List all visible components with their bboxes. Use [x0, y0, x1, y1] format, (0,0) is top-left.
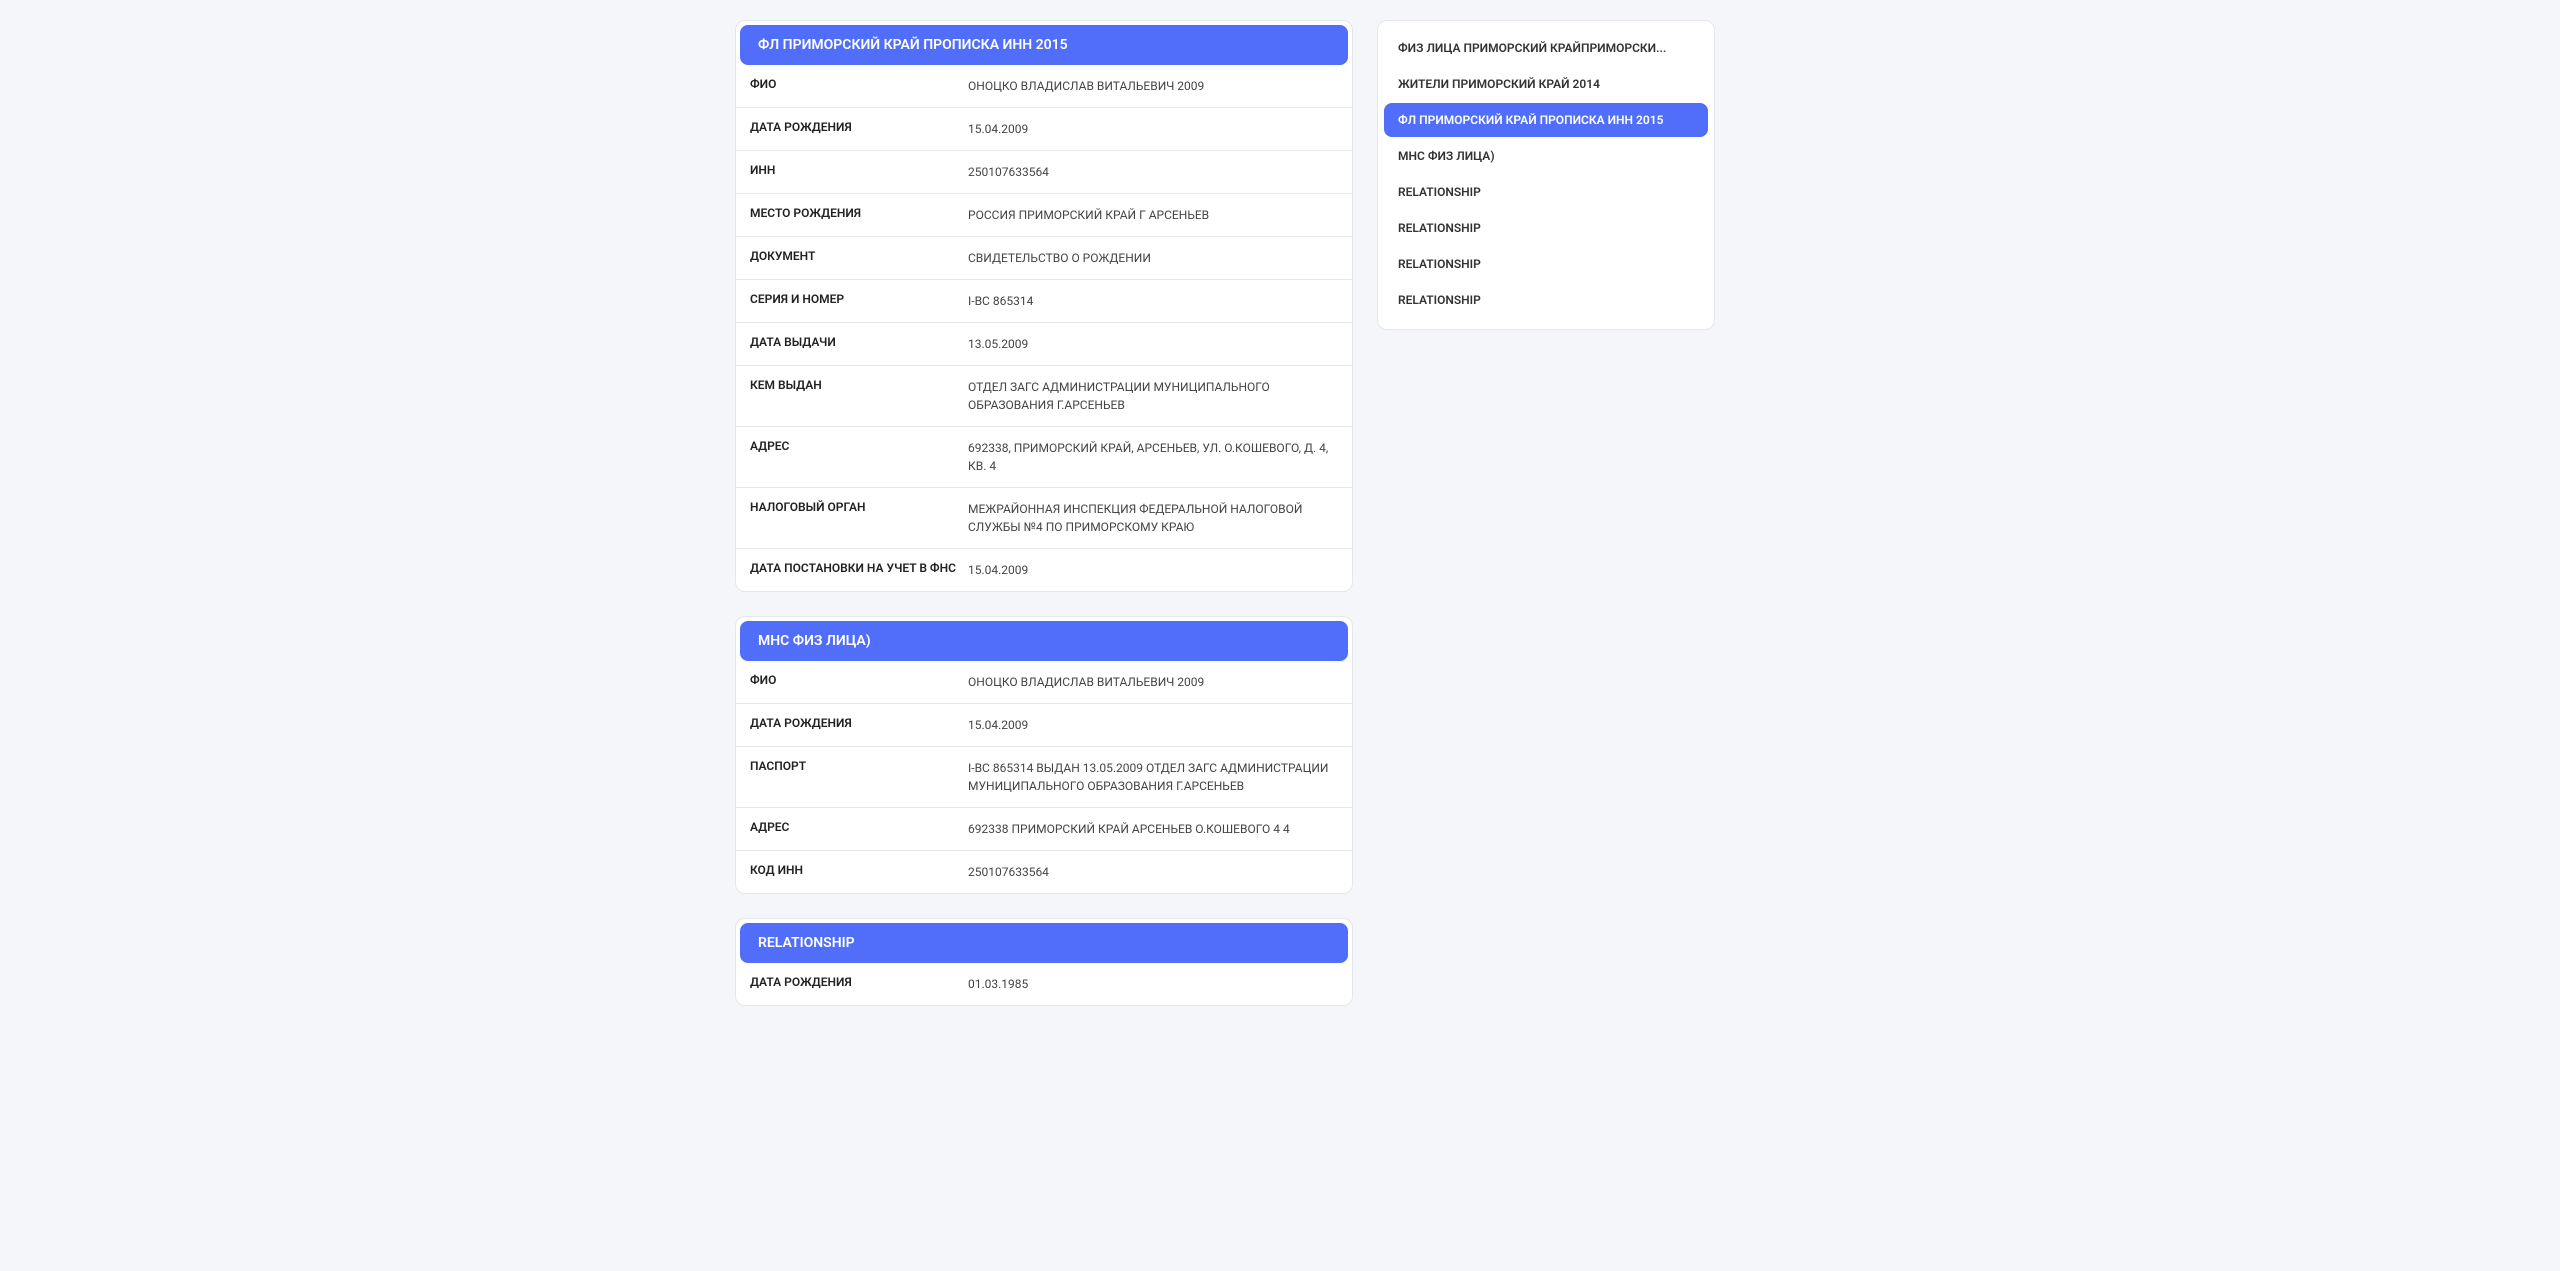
- table-row: АДРЕС692338, ПРИМОРСКИЙ КРАЙ, АРСЕНЬЕВ, …: [736, 427, 1352, 488]
- nav-item[interactable]: RELATIONSHIP: [1384, 175, 1708, 209]
- row-label: ДОКУМЕНТ: [750, 249, 968, 267]
- row-value: СВИДЕТЕЛЬСТВО О РОЖДЕНИИ: [968, 249, 1338, 267]
- table-row: ДАТА РОЖДЕНИЯ01.03.1985: [736, 963, 1352, 1005]
- nav-item[interactable]: RELATIONSHIP: [1384, 247, 1708, 281]
- row-value: I-ВС 865314 ВЫДАН 13.05.2009 ОТДЕЛ ЗАГС …: [968, 759, 1338, 795]
- data-card: RELATIONSHIP ДАТА РОЖДЕНИЯ01.03.1985: [735, 918, 1353, 1006]
- row-label: НАЛОГОВЫЙ ОРГАН: [750, 500, 968, 536]
- table-row: СЕРИЯ И НОМЕРI-ВС 865314: [736, 280, 1352, 323]
- card-header: RELATIONSHIP: [740, 923, 1348, 963]
- row-value: 15.04.2009: [968, 120, 1338, 138]
- nav-item[interactable]: ЖИТЕЛИ ПРИМОРСКИЙ КРАЙ 2014: [1384, 67, 1708, 101]
- table-row: КЕМ ВЫДАНОТДЕЛ ЗАГС АДМИНИСТРАЦИИ МУНИЦИ…: [736, 366, 1352, 427]
- table-row: ИНН250107633564: [736, 151, 1352, 194]
- data-card: МНС ФИЗ ЛИЦА) ФИООНОЦКО ВЛАДИСЛАВ ВИТАЛЬ…: [735, 616, 1353, 894]
- row-label: ПАСПОРТ: [750, 759, 968, 795]
- nav-item[interactable]: RELATIONSHIP: [1384, 283, 1708, 317]
- row-label: ДАТА ВЫДАЧИ: [750, 335, 968, 353]
- table-row: НАЛОГОВЫЙ ОРГАНМЕЖРАЙОННАЯ ИНСПЕКЦИЯ ФЕД…: [736, 488, 1352, 549]
- row-label: ФИО: [750, 77, 968, 95]
- main-column: ФЛ ПРИМОРСКИЙ КРАЙ ПРОПИСКА ИНН 2015 ФИО…: [735, 20, 1353, 1030]
- row-value: 15.04.2009: [968, 561, 1338, 579]
- row-value: 13.05.2009: [968, 335, 1338, 353]
- card-header: ФЛ ПРИМОРСКИЙ КРАЙ ПРОПИСКА ИНН 2015: [740, 25, 1348, 65]
- table-row: ДАТА ПОСТАНОВКИ НА УЧЕТ В ФНС15.04.2009: [736, 549, 1352, 591]
- table-row: ДАТА РОЖДЕНИЯ15.04.2009: [736, 108, 1352, 151]
- row-label: ИНН: [750, 163, 968, 181]
- row-value: 250107633564: [968, 863, 1338, 881]
- table-row: ДАТА ВЫДАЧИ13.05.2009: [736, 323, 1352, 366]
- nav-item[interactable]: МНС ФИЗ ЛИЦА): [1384, 139, 1708, 173]
- nav-card: ФИЗ ЛИЦА ПРИМОРСКИЙ КРАЙПРИМОРСКИ... ЖИТ…: [1377, 20, 1715, 330]
- nav-item[interactable]: RELATIONSHIP: [1384, 211, 1708, 245]
- row-label: ДАТА ПОСТАНОВКИ НА УЧЕТ В ФНС: [750, 561, 968, 579]
- row-value: РОССИЯ ПРИМОРСКИЙ КРАЙ Г АРСЕНЬЕВ: [968, 206, 1338, 224]
- table-row: ДОКУМЕНТСВИДЕТЕЛЬСТВО О РОЖДЕНИИ: [736, 237, 1352, 280]
- row-label: МЕСТО РОЖДЕНИЯ: [750, 206, 968, 224]
- row-value: 692338 ПРИМОРСКИЙ КРАЙ АРСЕНЬЕВ О.КОШЕВО…: [968, 820, 1338, 838]
- table-row: ПАСПОРТI-ВС 865314 ВЫДАН 13.05.2009 ОТДЕ…: [736, 747, 1352, 808]
- row-value: 250107633564: [968, 163, 1338, 181]
- row-label: ДАТА РОЖДЕНИЯ: [750, 975, 968, 993]
- row-label: СЕРИЯ И НОМЕР: [750, 292, 968, 310]
- table-row: ДАТА РОЖДЕНИЯ15.04.2009: [736, 704, 1352, 747]
- side-column: ФИЗ ЛИЦА ПРИМОРСКИЙ КРАЙПРИМОРСКИ... ЖИТ…: [1377, 20, 1715, 330]
- row-value: ОНОЦКО ВЛАДИСЛАВ ВИТАЛЬЕВИЧ 2009: [968, 77, 1338, 95]
- row-value: I-ВС 865314: [968, 292, 1338, 310]
- data-card: ФЛ ПРИМОРСКИЙ КРАЙ ПРОПИСКА ИНН 2015 ФИО…: [735, 20, 1353, 592]
- row-label: КЕМ ВЫДАН: [750, 378, 968, 414]
- row-value: ОТДЕЛ ЗАГС АДМИНИСТРАЦИИ МУНИЦИПАЛЬНОГО …: [968, 378, 1338, 414]
- nav-item-active[interactable]: ФЛ ПРИМОРСКИЙ КРАЙ ПРОПИСКА ИНН 2015: [1384, 103, 1708, 137]
- table-row: ФИООНОЦКО ВЛАДИСЛАВ ВИТАЛЬЕВИЧ 2009: [736, 661, 1352, 704]
- table-row: АДРЕС692338 ПРИМОРСКИЙ КРАЙ АРСЕНЬЕВ О.К…: [736, 808, 1352, 851]
- table-row: КОД ИНН250107633564: [736, 851, 1352, 893]
- row-value: 01.03.1985: [968, 975, 1338, 993]
- row-label: ФИО: [750, 673, 968, 691]
- row-value: 15.04.2009: [968, 716, 1338, 734]
- table-row: ФИООНОЦКО ВЛАДИСЛАВ ВИТАЛЬЕВИЧ 2009: [736, 65, 1352, 108]
- card-header: МНС ФИЗ ЛИЦА): [740, 621, 1348, 661]
- row-label: АДРЕС: [750, 820, 968, 838]
- row-label: ДАТА РОЖДЕНИЯ: [750, 120, 968, 138]
- row-label: КОД ИНН: [750, 863, 968, 881]
- row-label: АДРЕС: [750, 439, 968, 475]
- row-value: МЕЖРАЙОННАЯ ИНСПЕКЦИЯ ФЕДЕРАЛЬНОЙ НАЛОГО…: [968, 500, 1338, 536]
- row-value: ОНОЦКО ВЛАДИСЛАВ ВИТАЛЬЕВИЧ 2009: [968, 673, 1338, 691]
- table-row: МЕСТО РОЖДЕНИЯРОССИЯ ПРИМОРСКИЙ КРАЙ Г А…: [736, 194, 1352, 237]
- row-label: ДАТА РОЖДЕНИЯ: [750, 716, 968, 734]
- nav-item[interactable]: ФИЗ ЛИЦА ПРИМОРСКИЙ КРАЙПРИМОРСКИ...: [1384, 31, 1708, 65]
- row-value: 692338, ПРИМОРСКИЙ КРАЙ, АРСЕНЬЕВ, УЛ. О…: [968, 439, 1338, 475]
